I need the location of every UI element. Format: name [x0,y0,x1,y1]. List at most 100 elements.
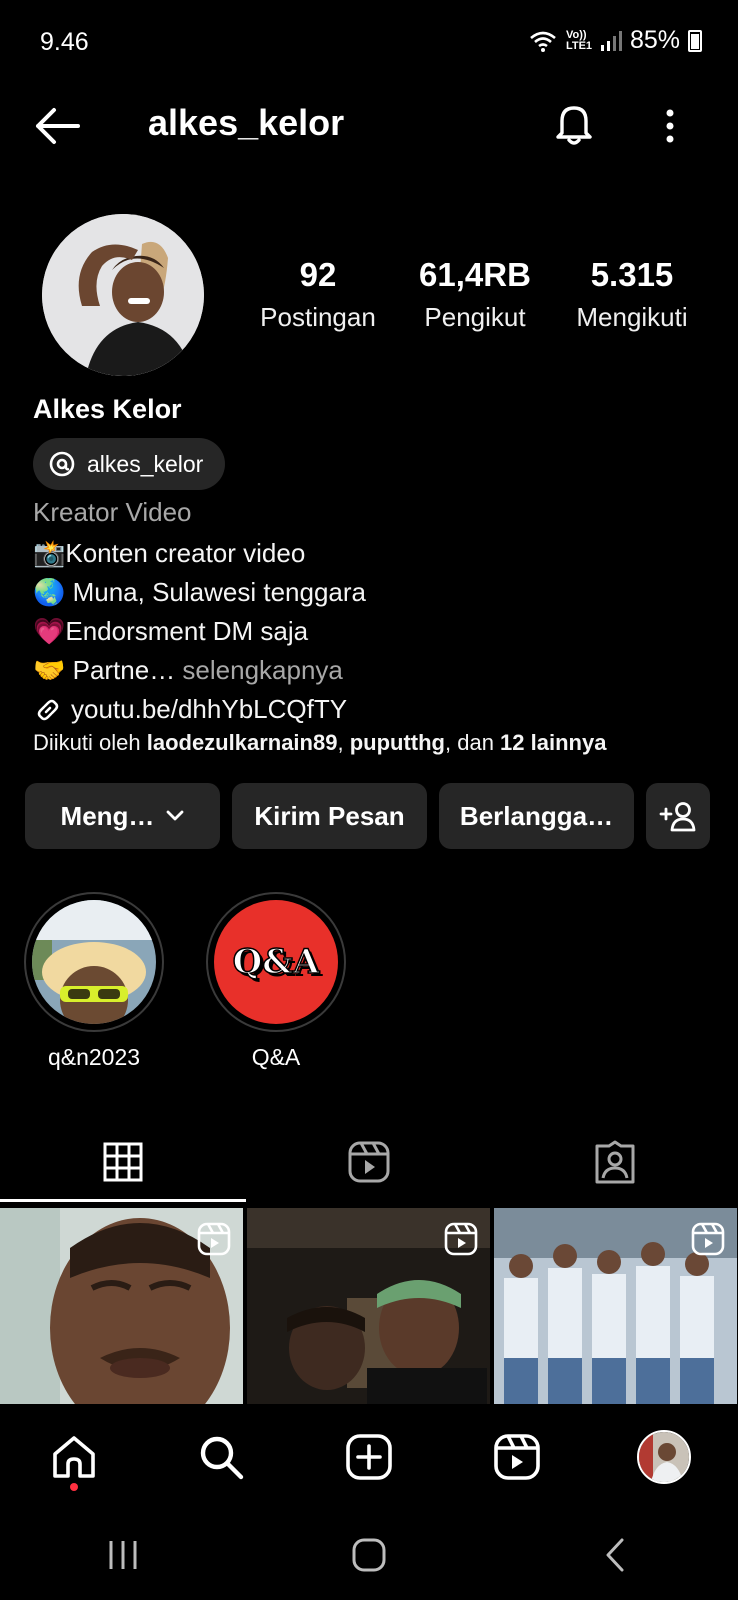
threads-handle: alkes_kelor [87,450,204,477]
highlight-ring: Q&A [206,892,346,1032]
tab-reels[interactable] [246,1122,492,1202]
bio-line: 🌏 Muna, Sulawesi tenggara [33,577,366,607]
bio-line-truncated: 🤝 Partne… selengkapnya [33,651,366,690]
posts-label: Postingan [260,302,376,332]
highlight-cover-photo [32,900,156,1024]
battery-percent: 85% [629,26,680,54]
highlight-item[interactable]: q&n2023 [24,892,164,1071]
signal-icon [600,30,622,51]
followers-count: 61,4RB [419,256,531,293]
highlight-cover-text: Q&A [232,941,320,983]
network-label: Vo)) LTE1 [565,28,593,52]
bio-line: 📸Konten creator video [33,538,306,568]
notification-dot [69,1483,78,1491]
following-button-label: Meng… [60,800,155,831]
profile-header: alkes_kelor [0,88,738,164]
reel-badge-icon [691,1222,725,1256]
posts-grid [0,1208,738,1404]
message-button[interactable]: Kirim Pesan [232,783,427,849]
reels-icon [493,1434,540,1480]
story-highlights: q&n2023 Q&A Q&A [24,892,346,1071]
bell-icon [556,106,592,145]
grid-post[interactable] [494,1208,737,1404]
add-post-icon [346,1434,392,1480]
avatar-photo [42,214,204,376]
highlight-cover [32,900,156,1024]
tab-posts[interactable] [0,1122,246,1202]
display-name: Alkes Kelor [33,394,182,424]
profile-avatar-photo [639,1432,690,1482]
see-more-link[interactable]: selengkapnya [175,655,342,685]
followers-stat[interactable]: 61,4RB Pengikut [397,256,553,333]
back-button[interactable] [32,104,82,148]
bio-line-text: 🤝 Partne… [33,655,176,685]
profile-actions: Meng… Kirim Pesan Berlangga… [25,783,710,849]
wifi-icon [530,31,556,52]
mutual-follower: laodezulkarnain89 [146,730,338,755]
profile-nav-avatar [637,1430,692,1484]
followed-by[interactable]: Diikuti oleh laodezulkarnain89, puputthg… [33,730,606,756]
posts-count: 92 [299,256,337,293]
threads-icon [49,451,75,477]
message-button-label: Kirim Pesan [254,800,405,831]
nav-reels[interactable] [487,1427,547,1487]
following-label: Mengikuti [576,302,688,332]
more-options-button[interactable] [656,102,684,150]
followed-by-prefix: Diikuti oleh [33,730,147,755]
subscribe-button[interactable]: Berlangga… [439,783,634,849]
home-system-button[interactable] [339,1525,399,1585]
bio-link[interactable]: youtu.be/dhhYbLCQfTY [33,690,366,729]
highlight-ring [24,892,164,1032]
posts-stat[interactable]: 92 Postingan [240,256,396,333]
notifications-button[interactable] [550,100,598,148]
mutual-follower: puputthg [349,730,445,755]
suggested-users-button[interactable] [646,783,710,849]
status-icons: Vo)) LTE1 85% [528,26,702,55]
following-stat[interactable]: 5.315 Mengikuti [554,256,710,333]
highlight-cover: Q&A [214,900,338,1024]
tab-tagged[interactable] [492,1122,738,1202]
system-back-button[interactable] [585,1525,645,1585]
back-arrow-icon [36,108,80,144]
nav-profile[interactable] [634,1427,694,1487]
profile-tabs [0,1122,738,1202]
recent-apps-icon [109,1541,137,1569]
add-user-icon [659,802,696,832]
nav-search[interactable] [191,1427,251,1487]
reel-badge-icon [197,1222,231,1256]
bottom-navigation [0,1404,738,1510]
highlight-label: q&n2023 [47,1044,141,1070]
home-square-icon [352,1538,386,1572]
separator: , [337,730,350,755]
profile-bio: 📸Konten creator video 🌏 Muna, Sulawesi t… [33,534,366,729]
system-navigation [0,1510,738,1600]
link-icon [37,699,59,720]
following-button[interactable]: Meng… [25,783,220,849]
tagged-icon [595,1140,635,1184]
mutual-count: 12 lainnya [500,730,607,755]
reel-badge-icon [444,1222,478,1256]
battery-icon [688,29,702,52]
search-icon [201,1436,244,1480]
bio-link-text: youtu.be/dhhYbLCQfTY [71,694,348,724]
grid-icon [103,1142,143,1182]
recent-apps-button[interactable] [93,1525,153,1585]
chevron-left-icon [606,1538,624,1572]
grid-post[interactable] [0,1208,243,1404]
bio-line: 💗Endorsment DM saja [33,616,309,646]
more-vertical-icon [666,109,674,143]
status-bar: 9.46 Vo)) LTE1 85% [0,0,738,88]
threads-badge[interactable]: alkes_kelor [33,438,226,490]
followers-label: Pengikut [424,302,526,332]
subscribe-button-label: Berlangga… [459,800,614,831]
nav-create[interactable] [339,1427,399,1487]
nav-home[interactable] [44,1427,104,1491]
home-icon [52,1436,95,1478]
status-time: 9.46 [40,28,89,56]
highlight-label: Q&A [251,1044,301,1070]
following-count: 5.315 [590,256,674,293]
profile-avatar[interactable] [42,214,204,376]
highlight-item[interactable]: Q&A Q&A [206,892,346,1071]
grid-post[interactable] [247,1208,490,1404]
profile-username-title: alkes_kelor [148,102,345,143]
